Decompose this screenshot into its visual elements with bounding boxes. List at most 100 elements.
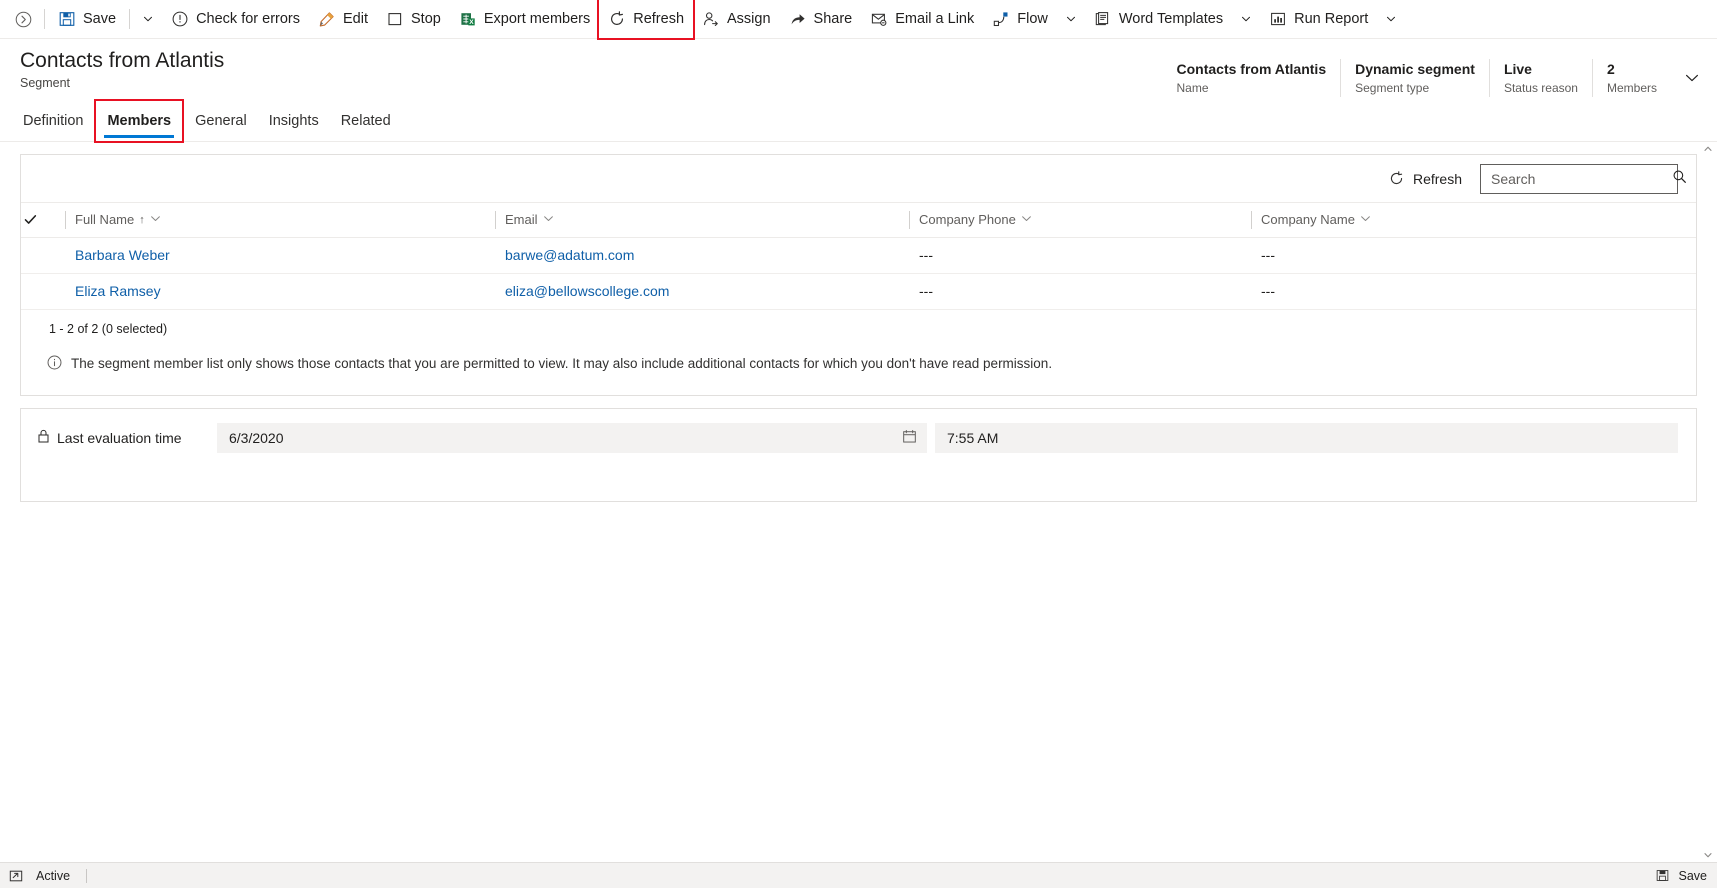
tab-definition[interactable]: Definition	[12, 101, 94, 141]
search-icon[interactable]	[1672, 169, 1687, 189]
chevron-down-icon[interactable]	[1021, 212, 1032, 227]
cell-company-phone: ---	[909, 273, 1251, 310]
members-table: Full Name ↑ Email Company Phone Company …	[21, 203, 1696, 310]
last-evaluation-label: Last evaluation time	[57, 429, 182, 446]
tab-general-label: General	[195, 112, 247, 129]
row-select-cell[interactable]	[21, 273, 65, 310]
share-button[interactable]: Share	[780, 0, 862, 38]
column-header-company-phone[interactable]: Company Phone	[909, 203, 1251, 238]
cell-company-name: ---	[1251, 273, 1696, 310]
flow-icon	[992, 10, 1010, 28]
grid-pager-text: 1 - 2 of 2 (0 selected)	[49, 321, 168, 336]
tab-members[interactable]: Members	[96, 101, 182, 141]
last-evaluation-panel: Last evaluation time 6/3/2020 7:55 AM	[20, 407, 1697, 502]
run-report-button[interactable]: Run Report	[1260, 0, 1377, 38]
tab-related[interactable]: Related	[330, 101, 402, 141]
tab-related-label: Related	[340, 112, 391, 129]
command-bar: Save Check for errors Edit Stop X Export…	[0, 0, 1717, 40]
svg-text:X: X	[469, 19, 474, 26]
column-header-full-name[interactable]: Full Name ↑	[65, 203, 495, 238]
scroll-down-arrow-icon[interactable]	[1701, 848, 1715, 862]
header-field-name-value: Contacts from Atlantis	[1176, 61, 1327, 77]
last-evaluation-date-field[interactable]: 6/3/2020	[217, 422, 927, 453]
tab-insights-label: Insights	[268, 112, 319, 129]
tab-members-label: Members	[107, 112, 172, 129]
table-row[interactable]: Barbara Weber barwe@adatum.com --- ---	[21, 237, 1696, 274]
assign-button[interactable]: Assign	[693, 0, 780, 38]
word-templates-button[interactable]: Word Templates	[1085, 0, 1232, 38]
cell-full-name: Barbara Weber	[65, 237, 495, 274]
tab-members-highlight: Members	[94, 98, 185, 143]
save-button-label: Save	[83, 10, 117, 27]
header-field-summary: Contacts from Atlantis Name Dynamic segm…	[1163, 47, 1717, 97]
tab-strip: Definition Members General Insights Rela…	[0, 98, 1717, 143]
refresh-button[interactable]: Refresh	[597, 0, 696, 40]
chevron-right-circle-icon[interactable]	[6, 0, 40, 38]
grid-refresh-button[interactable]: Refresh	[1378, 163, 1472, 195]
header-field-name: Contacts from Atlantis Name	[1163, 59, 1341, 97]
calendar-icon[interactable]	[902, 429, 917, 447]
cell-email: barwe@adatum.com	[495, 237, 909, 274]
grid-search-box[interactable]	[1480, 163, 1686, 194]
record-status: Active	[36, 868, 71, 883]
header-field-members: 2 Members	[1591, 59, 1671, 97]
header-field-segment-type: Dynamic segment Segment type	[1340, 59, 1489, 97]
row-select-cell[interactable]	[21, 237, 65, 274]
export-members-label: Export members	[483, 10, 591, 27]
edit-button[interactable]: Edit	[309, 0, 377, 38]
word-templates-dropdown-caret[interactable]	[1232, 0, 1260, 38]
checkmark-icon[interactable]	[21, 211, 39, 229]
email-link[interactable]: eliza@bellowscollege.com	[505, 283, 669, 299]
cell-company-name: ---	[1251, 237, 1696, 274]
content-vertical-scrollbar[interactable]	[1701, 142, 1715, 862]
stop-button-label: Stop	[411, 10, 441, 27]
save-dropdown-caret[interactable]	[134, 0, 162, 38]
column-header-company-name[interactable]: Company Name	[1251, 203, 1696, 238]
column-header-email-label: Email	[505, 212, 538, 228]
scroll-up-arrow-icon[interactable]	[1701, 142, 1715, 156]
status-bar: Active Save	[0, 862, 1717, 888]
record-header: Contacts from Atlantis Segment Contacts …	[0, 39, 1717, 100]
command-bar-divider-1	[44, 9, 45, 29]
export-members-button[interactable]: X Export members	[450, 0, 599, 38]
cell-company-phone: ---	[909, 237, 1251, 274]
members-grid-panel: Refresh Search Full Name ↑ Email Company…	[20, 154, 1697, 396]
contact-link[interactable]: Barbara Weber	[75, 247, 170, 263]
stop-square-icon	[386, 10, 404, 28]
table-header-row: Full Name ↑ Email Company Phone Company …	[21, 203, 1696, 238]
table-row[interactable]: Eliza Ramsey eliza@bellowscollege.com --…	[21, 273, 1696, 310]
run-report-dropdown-caret[interactable]	[1377, 0, 1405, 38]
refresh-button-label: Refresh	[633, 10, 685, 27]
popout-icon[interactable]	[6, 866, 26, 886]
flow-button[interactable]: Flow	[983, 0, 1057, 38]
column-header-email[interactable]: Email	[495, 203, 909, 238]
header-field-name-label: Name	[1176, 81, 1209, 95]
footer-save-button[interactable]: Save	[1653, 866, 1707, 886]
chevron-down-icon[interactable]	[150, 212, 161, 227]
chevron-down-icon[interactable]	[1360, 212, 1371, 227]
last-evaluation-time-field[interactable]: 7:55 AM	[935, 422, 1678, 453]
assign-person-icon	[702, 10, 720, 28]
stop-button[interactable]: Stop	[377, 0, 450, 38]
contact-link[interactable]: Eliza Ramsey	[75, 283, 161, 299]
flow-button-label: Flow	[1017, 10, 1048, 27]
chevron-down-icon[interactable]	[543, 212, 554, 227]
chevron-down-icon[interactable]	[1675, 61, 1709, 95]
email-a-link-button[interactable]: Email a Link	[861, 0, 983, 38]
status-bar-left: Active	[6, 866, 88, 886]
tab-general[interactable]: General	[184, 101, 258, 141]
sort-ascending-icon: ↑	[139, 213, 145, 226]
word-templates-label: Word Templates	[1118, 10, 1224, 27]
search-input[interactable]	[1491, 170, 1672, 187]
tab-insights[interactable]: Insights	[258, 101, 330, 141]
select-all-header[interactable]	[21, 203, 65, 238]
check-for-errors-label: Check for errors	[196, 10, 301, 27]
check-for-errors-button[interactable]: Check for errors	[162, 0, 309, 38]
entity-type-label: Segment	[20, 76, 71, 90]
last-evaluation-date-value: 6/3/2020	[229, 429, 284, 446]
tab-definition-label: Definition	[23, 112, 84, 129]
flow-dropdown-caret[interactable]	[1057, 0, 1085, 38]
save-button[interactable]: Save	[49, 0, 125, 38]
share-icon	[789, 10, 807, 28]
email-link[interactable]: barwe@adatum.com	[505, 247, 634, 263]
